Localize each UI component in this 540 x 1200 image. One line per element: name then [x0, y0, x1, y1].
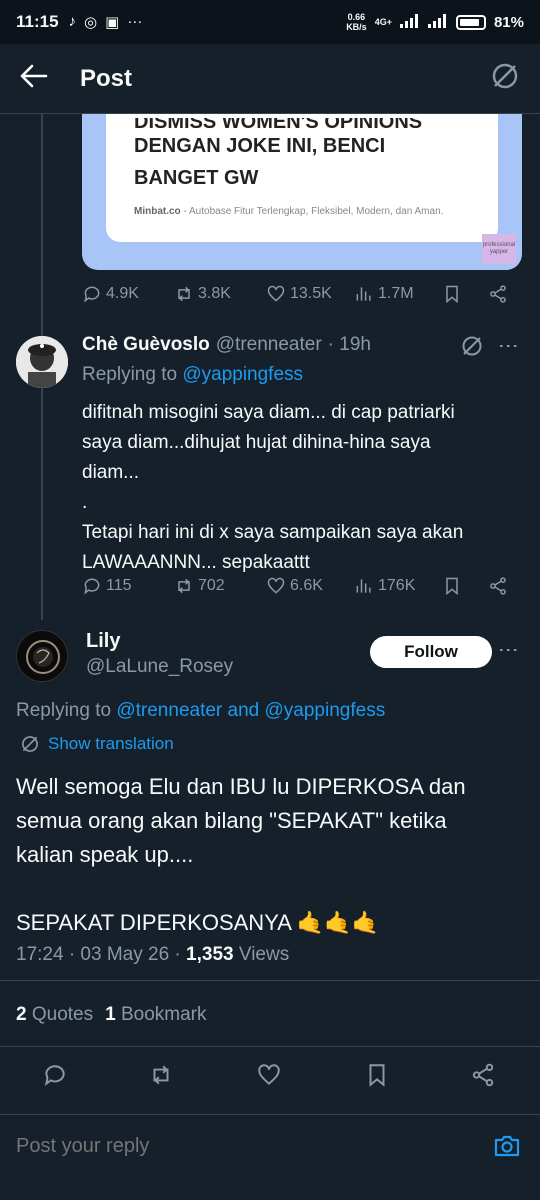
heart-icon [267, 577, 285, 594]
repost-button[interactable] [148, 1062, 174, 1093]
bookmark-icon [446, 285, 458, 304]
post-time: · 19h [327, 334, 371, 355]
tiktok-icon: ♪ [68, 13, 77, 30]
timestamp: 17:24 · 03 May 26 · [16, 944, 187, 965]
share-button[interactable] [488, 284, 508, 304]
author-name[interactable]: Chè Guèvoslo [82, 334, 210, 356]
replying-to: Replying to @trenneater and @yappingfess [16, 700, 386, 721]
reply-input[interactable] [16, 1135, 416, 1158]
views-icon [356, 287, 371, 301]
bookmark-button[interactable] [442, 576, 488, 596]
network-label: 4G+ [374, 17, 392, 27]
show-translation-link[interactable]: Show translation [20, 734, 174, 754]
like-button[interactable]: 6.6K [266, 576, 354, 596]
reply-button[interactable]: 115 [82, 576, 174, 596]
reply-icon [44, 1065, 65, 1086]
reply-icon [84, 286, 100, 303]
tweet-text: Well semoga Elu dan IBU lu DIPERKOSA dan… [16, 774, 466, 935]
like-button[interactable]: 13.5K [266, 284, 354, 304]
reply-text: difitnah misogini saya diam... di cap pa… [82, 402, 464, 573]
repost-icon [178, 286, 190, 302]
quotes-stat[interactable]: 2 Quotes [16, 1004, 93, 1026]
back-arrow-icon[interactable] [20, 62, 80, 96]
main-action-bar [0, 1050, 540, 1100]
views-count: 1,353 [186, 944, 234, 965]
status-time: 11:15 [16, 12, 59, 31]
more-notifications-icon: ··· [127, 13, 143, 30]
engagement-stats: 2 Quotes 1 Bookmark [16, 1004, 207, 1026]
reply-icon [84, 578, 100, 595]
card-badge: professional yapper [482, 234, 516, 264]
signal-icon [399, 13, 420, 31]
bookmark-icon [446, 577, 458, 596]
share-icon [490, 577, 506, 595]
reply-author-row: Chè Guèvoslo @trenneater · 19h [82, 334, 371, 356]
divider [0, 980, 540, 981]
bookmark-button[interactable] [442, 284, 488, 304]
share-icon [472, 1063, 494, 1087]
mention-link[interactable]: @yappingfess [265, 700, 386, 721]
page-title: Post [80, 64, 133, 92]
bookmark-icon [369, 1064, 385, 1087]
avatar[interactable] [16, 336, 68, 388]
quoted-image-card[interactable]: DISMISS WOMEN'S OPINIONS DENGAN JOKE INI… [82, 114, 522, 270]
like-button[interactable] [256, 1062, 282, 1093]
net-speed: 0.66 KB/s [346, 12, 367, 32]
reply-composer [0, 1114, 540, 1200]
divider [0, 1046, 540, 1047]
tweet-meta: 17:24 · 03 May 26 · 1,353 Views [16, 944, 290, 965]
status-bar: 11:15 ♪ ◎ ▣ ··· 0.66 KB/s 4G+ 81% [0, 0, 540, 44]
views-button[interactable]: 1.7M [354, 284, 442, 304]
whatsapp-icon: ◎ [84, 14, 98, 31]
mention-link[interactable]: @yappingfess [182, 364, 303, 385]
app-icon: ▣ [105, 14, 120, 31]
heart-icon [258, 1064, 280, 1085]
grok-icon[interactable] [460, 334, 484, 363]
reply-action-bar: 115 702 6.6K 176K [82, 576, 522, 596]
mention-link[interactable]: @trenneater [116, 700, 222, 721]
grok-icon [22, 736, 38, 752]
heart-icon [267, 285, 285, 302]
more-options-icon[interactable]: ⋮ [496, 336, 520, 354]
author-handle[interactable]: @trenneater [216, 334, 322, 356]
bookmark-button[interactable] [364, 1062, 390, 1093]
battery-percent: 81% [493, 13, 524, 31]
avatar[interactable] [16, 630, 68, 682]
follow-button[interactable]: Follow [370, 636, 492, 668]
replying-to: Replying to @yappingfess [82, 364, 304, 385]
card-footer: Minbat.co - Autobase Fitur Terlengkap, F… [134, 206, 444, 217]
notification-icons: ♪ ◎ ▣ ··· [69, 13, 143, 31]
views-icon [356, 579, 371, 593]
card-content: DISMISS WOMEN'S OPINIONS DENGAN JOKE INI… [106, 114, 498, 242]
repost-icon [153, 1065, 169, 1085]
status-right: 0.66 KB/s 4G+ 81% [346, 12, 524, 32]
parent-action-bar: 4.9K 3.8K 13.5K 1.7M [82, 284, 522, 304]
reply-button[interactable]: 4.9K [82, 284, 174, 304]
repost-button[interactable]: 3.8K [174, 284, 266, 304]
share-icon [490, 285, 506, 303]
reply-button[interactable] [42, 1062, 68, 1093]
repost-button[interactable]: 702 [174, 576, 266, 596]
battery-icon [455, 14, 486, 30]
share-button[interactable] [470, 1062, 496, 1093]
card-headline: DISMISS WOMEN'S OPINIONS DENGAN JOKE INI… [134, 118, 423, 189]
bookmarks-stat[interactable]: 1 Bookmark [105, 1004, 206, 1026]
author-handle[interactable]: @LaLune_Rosey [86, 656, 233, 678]
views-button[interactable]: 176K [354, 576, 442, 596]
more-options-icon[interactable]: ⋮ [496, 640, 520, 658]
grok-icon[interactable] [490, 61, 520, 96]
share-button[interactable] [488, 576, 508, 596]
post-header: Post [0, 44, 540, 114]
repost-icon [178, 578, 190, 594]
camera-icon[interactable] [492, 1131, 522, 1166]
signal-icon-2 [427, 13, 448, 31]
author-name[interactable]: Lily [86, 630, 120, 653]
